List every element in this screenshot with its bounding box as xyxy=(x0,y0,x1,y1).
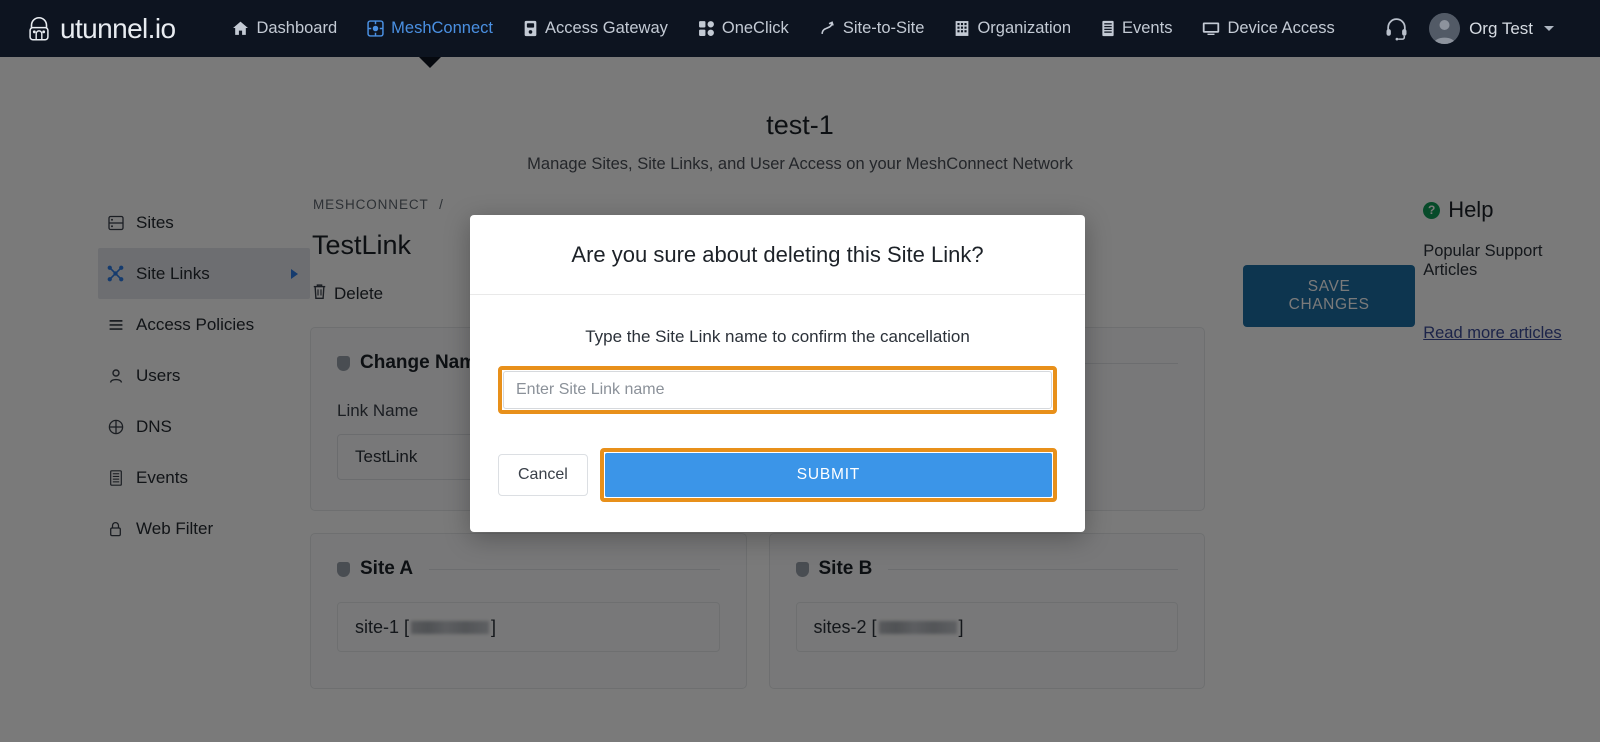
nav-item-access-gateway[interactable]: Access Gateway xyxy=(508,0,683,57)
submit-button[interactable]: SUBMIT xyxy=(604,453,1052,497)
nav-item-device-access[interactable]: Device Access xyxy=(1187,0,1349,57)
chevron-down-icon xyxy=(1544,26,1554,31)
mesh-icon xyxy=(367,20,384,37)
nav-item-label: Site-to-Site xyxy=(842,19,925,37)
nav-item-oneclick[interactable]: OneClick xyxy=(683,0,804,57)
nav-item-label: Dashboard xyxy=(256,19,338,37)
avatar xyxy=(1429,13,1461,44)
server-icon xyxy=(523,20,538,37)
nav-item-label: MeshConnect xyxy=(391,19,493,37)
list-icon xyxy=(1101,20,1115,37)
headset-icon[interactable] xyxy=(1373,6,1419,52)
brand-text: utunnel.io xyxy=(60,12,176,44)
nav-item-label: Events xyxy=(1122,19,1173,37)
nav-item-label: OneClick xyxy=(721,19,789,37)
link-path-icon xyxy=(819,20,836,37)
modal-footer: Cancel SUBMIT xyxy=(470,422,1085,532)
nav-items: Dashboard MeshConnect Access Gateway One… xyxy=(217,0,1349,68)
monitor-icon xyxy=(1202,21,1220,36)
utunnel-padlock-logo-icon xyxy=(24,14,54,44)
delete-site-link-modal: Are you sure about deleting this Site Li… xyxy=(470,215,1085,532)
navbar-right-group: Org Test xyxy=(1373,6,1582,52)
modal-body: Type the Site Link name to confirm the c… xyxy=(470,295,1085,422)
user-menu[interactable]: Org Test xyxy=(1423,13,1562,44)
confirm-site-link-name-input[interactable] xyxy=(503,371,1052,409)
building-icon xyxy=(954,20,970,37)
top-navbar: utunnel.io Dashboard MeshConnect Access … xyxy=(0,0,1600,68)
modal-message: Type the Site Link name to confirm the c… xyxy=(585,327,970,346)
nav-item-label: Device Access xyxy=(1227,19,1335,37)
modal-header: Are you sure about deleting this Site Li… xyxy=(470,215,1085,295)
nav-item-events[interactable]: Events xyxy=(1086,0,1187,57)
nav-item-meshconnect[interactable]: MeshConnect xyxy=(352,0,508,68)
grid-icon xyxy=(698,20,715,37)
user-name: Org Test xyxy=(1469,18,1533,38)
nav-item-site-to-site[interactable]: Site-to-Site xyxy=(804,0,940,57)
nav-item-organization[interactable]: Organization xyxy=(939,0,1086,57)
app-root: utunnel.io Dashboard MeshConnect Access … xyxy=(0,0,1600,742)
submit-button-highlight: SUBMIT xyxy=(599,448,1057,502)
nav-item-label: Organization xyxy=(977,19,1071,37)
nav-item-label: Access Gateway xyxy=(544,19,668,37)
confirm-input-highlight xyxy=(498,366,1057,414)
home-icon xyxy=(232,20,249,37)
nav-item-dashboard[interactable]: Dashboard xyxy=(217,0,352,57)
brand-logo-link[interactable]: utunnel.io xyxy=(18,12,176,44)
cancel-button[interactable]: Cancel xyxy=(498,454,588,496)
modal-title: Are you sure about deleting this Site Li… xyxy=(571,242,984,267)
